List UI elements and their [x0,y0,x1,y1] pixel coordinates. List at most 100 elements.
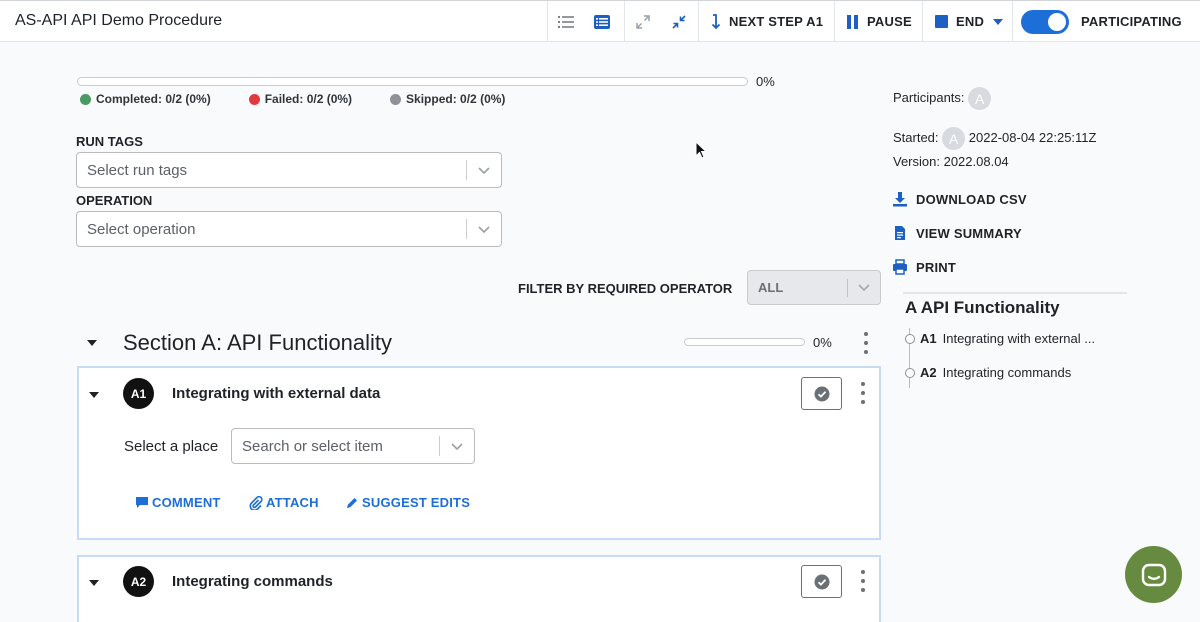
next-step-group: NEXT STEP A1 [698,1,835,42]
step-signoff-button[interactable] [801,565,842,598]
next-step-label: NEXT STEP A1 [729,14,824,29]
chevron-down-icon[interactable] [467,225,501,233]
operation-label: OPERATION [76,193,153,208]
chat-launcher-button[interactable] [1125,546,1182,603]
check-circle-icon [814,386,829,401]
started-label: Started: [893,129,939,145]
chevron-down-icon[interactable] [848,284,880,291]
outline-item-id: A2 [920,365,937,380]
completed-dot-icon [80,93,91,105]
participants-row: Participants: A [893,87,992,110]
printer-icon [893,259,907,275]
select-place-input[interactable]: Search or select item [231,428,475,464]
step-collapse-caret-icon[interactable] [89,580,99,586]
print-button[interactable]: PRINT [892,259,956,275]
run-tags-placeholder: Select run tags [87,161,188,179]
view-summary-button[interactable]: VIEW SUMMARY [892,225,1022,241]
section-collapse-caret-icon[interactable] [87,340,97,346]
procedure-title: AS-API API Demo Procedure [15,12,223,29]
section-title: Section A: API Functionality [123,330,393,355]
next-step-button[interactable]: NEXT STEP A1 [699,1,835,42]
outline-node-icon [905,333,915,344]
pause-group: PAUSE [834,1,924,42]
outline-item-a2[interactable]: A2 Integrating commands [905,365,1071,380]
list-view-icon[interactable] [548,1,584,42]
overall-progress-percent: 0% [756,74,775,89]
required-operator-value: ALL [758,280,784,295]
run-tags-select[interactable]: Select run tags [76,152,502,188]
end-button[interactable]: END [923,1,1015,42]
single-step-view-icon[interactable] [584,1,620,42]
document-icon [895,226,905,240]
overall-progress-bar [77,77,748,86]
step-collapse-caret-icon[interactable] [89,392,99,398]
download-csv-button[interactable]: DOWNLOAD CSV [892,191,1027,207]
skipped-dot-icon [390,93,402,105]
participating-group: PARTICIPATING [1012,1,1194,42]
started-by-avatar[interactable]: A [942,127,966,150]
expand-icon[interactable] [625,1,661,42]
view-mode-group [547,1,620,42]
started-row: Started: A 2022-08-04 22:25:11Z [893,127,1096,150]
required-operator-select[interactable]: ALL [747,270,881,305]
participating-label: PARTICIPATING [1081,14,1182,29]
participant-avatar[interactable]: A [968,87,992,110]
section-progress-percent: 0% [813,335,832,350]
attach-label: ATTACH [266,495,319,510]
completed-stat: Completed: 0/2 (0%) [80,92,211,106]
attach-button[interactable]: ATTACH [249,495,319,510]
download-icon [893,192,907,207]
next-step-arrow-icon [711,13,721,29]
select-place-label: Select a place [124,438,219,455]
outline-item-id: A1 [920,331,937,346]
suggest-edits-button[interactable]: SUGGEST EDITS [345,495,470,510]
end-group: END [922,1,1015,42]
outline-item-label: Integrating commands [942,365,1072,380]
step-card-a2: A2 Integrating commands [77,555,881,622]
participants-label: Participants: [893,89,965,105]
version-text: Version: 2022.08.04 [893,154,1009,169]
end-label: END [956,14,985,29]
outline-section-title[interactable]: A API Functionality [905,298,1060,318]
stop-icon [935,15,948,28]
chevron-down-icon[interactable] [467,166,501,174]
step-more-icon[interactable] [858,570,868,592]
step-badge: A1 [123,378,154,409]
step-badge: A2 [123,566,154,597]
operation-placeholder: Select operation [87,220,196,238]
progress-legend: Completed: 0/2 (0%) Failed: 0/2 (0%) Ski… [80,92,505,106]
skipped-stat: Skipped: 0/2 (0%) [390,92,505,106]
started-time: 2022-08-04 22:25:11Z [968,129,1097,145]
suggest-edits-label: SUGGEST EDITS [362,495,471,510]
check-circle-icon [814,574,829,589]
comment-label: COMMENT [152,495,221,510]
download-csv-label: DOWNLOAD CSV [916,191,1027,207]
comment-button[interactable]: COMMENT [135,495,221,510]
outline-divider [903,292,1127,294]
collapse-icon[interactable] [661,1,697,42]
step-more-icon[interactable] [858,382,868,404]
step-signoff-button[interactable] [801,377,842,410]
skipped-text: Skipped: 0/2 (0%) [406,92,506,106]
pause-label: PAUSE [867,14,912,29]
failed-stat: Failed: 0/2 (0%) [248,92,353,106]
outline-item-a1[interactable]: A1 Integrating with external ... [905,331,1095,346]
section-more-icon[interactable] [861,332,871,354]
required-operator-label: FILTER BY REQUIRED OPERATOR [518,281,733,296]
chevron-down-icon[interactable] [440,442,474,450]
participating-toggle[interactable] [1021,9,1069,34]
view-summary-label: VIEW SUMMARY [916,225,1022,241]
failed-dot-icon [248,93,260,105]
operation-select[interactable]: Select operation [76,211,502,247]
failed-text: Failed: 0/2 (0%) [264,92,353,106]
expand-collapse-group [624,1,697,42]
comment-icon [136,497,148,508]
print-label: PRINT [916,259,956,275]
pause-button[interactable]: PAUSE [835,1,924,42]
step-title: Integrating commands [172,573,333,590]
chat-icon [1141,563,1166,586]
outline-item-label: Integrating with external ... [942,331,1096,346]
top-bar: AS-API API Demo Procedure NEXT STEP A1 P… [0,0,1200,42]
select-place-placeholder: Search or select item [242,437,383,455]
pencil-icon [347,497,357,508]
